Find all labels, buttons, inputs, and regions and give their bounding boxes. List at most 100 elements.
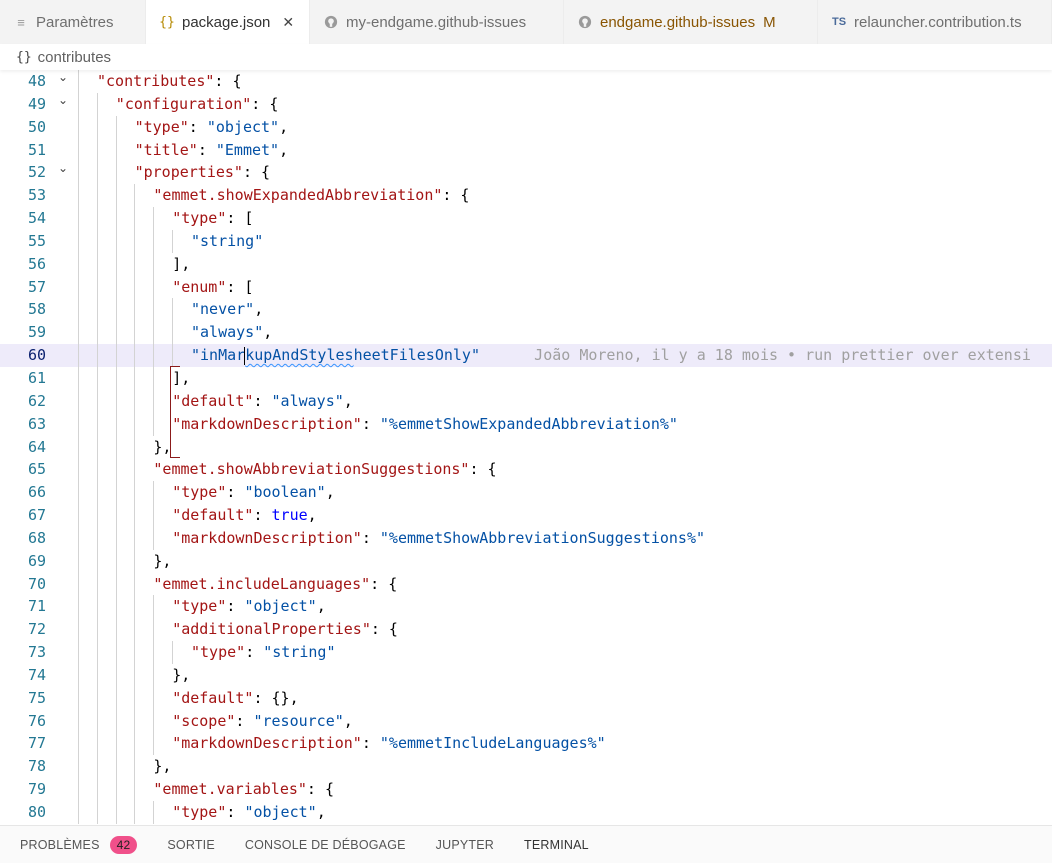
code-line[interactable]: 70 "emmet.includeLanguages": { [0,572,1052,596]
line-number: 59 [27,323,46,342]
code-line[interactable]: 80 "type": "object", [0,801,1052,824]
indent-guide [134,229,136,253]
indent-guide [115,115,117,139]
indent-guide [134,709,136,733]
json-braces-icon: {} [159,14,175,30]
code-line[interactable]: 57 "enum": [ [0,275,1052,299]
close-icon[interactable]: ✕ [282,14,294,31]
code-line[interactable]: 68 "markdownDescription": "%emmetShowAbbr… [0,526,1052,550]
code-line[interactable]: 49 ⌄ "configuration": { [0,92,1052,116]
code-text: }, [153,437,172,456]
indent-guide [153,229,155,253]
tab-label: endgame.github-issues [600,13,756,31]
indent-guide [115,504,117,527]
panel-tab-sortie[interactable]: SORTIE [167,838,215,852]
indent-guide [115,526,117,550]
code-line[interactable]: 50 "type": "object", [0,115,1052,139]
indent-guide [96,366,98,390]
indent-guide [153,504,155,527]
code-line[interactable]: 76 "scope": "resource", [0,709,1052,733]
panel-tab-jupyter[interactable]: JUPYTER [436,838,494,852]
code-line[interactable]: 72 "additionalProperties": { [0,618,1052,642]
code-text: "additionalProperties": { [172,620,398,639]
github-icon [324,15,338,29]
code-line[interactable]: 65 "emmet.showAbbreviationSuggestions": { [0,458,1052,482]
breadcrumb-item-contributes[interactable]: contributes [38,49,111,66]
tab-relauncher-contribution-ts[interactable]: TS relauncher.contribution.ts [818,0,1052,44]
code-line[interactable]: 79 "emmet.variables": { [0,778,1052,801]
breadcrumb[interactable]: {} contributes [0,44,1052,70]
indent-guide [172,229,173,253]
indent-guide [96,618,98,642]
indent-guide [78,572,79,596]
code-line[interactable]: 78}, [0,755,1052,779]
tab-param-tres[interactable]: ≡ Paramètres [0,0,146,44]
indent-guide [115,184,117,208]
code-text: "type": "object", [134,117,289,136]
indent-guide [115,618,117,642]
code-line[interactable]: 74}, [0,663,1052,687]
code-line[interactable]: 75 "default": {}, [0,686,1052,710]
editor-tab-bar: ≡ Paramètres {} package.json ✕ my-endgame.git… [0,0,1052,44]
indent-guide [134,298,136,322]
code-line[interactable]: 56], [0,252,1052,276]
panel-tab-probl-mes[interactable]: PROBLÈMES 42 [20,835,138,854]
tab-my-endgame-github-issues[interactable]: my-endgame.github-issues [310,0,564,44]
indent-guide [78,344,79,367]
indent-guide [78,595,79,619]
indent-guide [96,252,98,276]
line-number: 77 [27,734,46,753]
chevron-down-icon[interactable]: ⌄ [55,70,71,89]
code-line[interactable]: 53 "emmet.showExpandedAbbreviation": { [0,184,1052,208]
indent-guide [78,549,79,573]
indent-guide [115,161,117,185]
line-number: 60 [27,346,46,365]
indent-guide [96,504,98,527]
panel-tab-label: CONSOLE DE DÉBOGAGE [244,837,406,852]
indent-guide [153,481,155,505]
code-line[interactable]: 59 "always", [0,321,1052,345]
code-line[interactable]: 77 "markdownDescription": "%emmetIncludeL… [0,732,1052,756]
code-line[interactable]: 67 "default": true, [0,504,1052,527]
code-text: "emmet.includeLanguages": { [153,574,398,593]
indent-guide [115,298,117,322]
indent-guide [115,275,117,299]
panel-tab-console-de-d-bogage[interactable]: CONSOLE DE DÉBOGAGE [245,838,406,852]
indent-guide [134,572,136,596]
code-line[interactable]: 71 "type": "object", [0,595,1052,619]
indent-guide [96,732,98,756]
code-line[interactable]: 63 "markdownDescription": "%emmetShowExpa… [0,412,1052,436]
code-text: "default": "always", [172,391,353,410]
tab-package-json[interactable]: {} package.json ✕ [146,0,310,44]
line-number: 78 [27,757,46,776]
code-line[interactable]: 66 "type": "boolean", [0,481,1052,505]
panel-tab-terminal[interactable]: TERMINAL [524,838,589,852]
indent-guide [96,389,98,413]
code-editor[interactable]: 48 ⌄ "contributes": {49 ⌄ "configuration": {… [0,70,1052,825]
code-text: "emmet.showAbbreviationSuggestions": { [153,460,497,479]
code-line[interactable]: 51 "title": "Emmet", [0,138,1052,162]
indent-guide [153,344,155,367]
modified-indicator: M [763,13,776,31]
settings-lines-icon: ≡ [17,14,25,30]
code-line[interactable]: 73 "type": "string" [0,641,1052,664]
indent-guide [78,252,79,276]
tab-endgame-github-issues[interactable]: endgame.github-issues M [564,0,818,44]
code-line[interactable]: 69}, [0,549,1052,573]
code-line[interactable]: 64}, [0,435,1052,459]
indent-guide [78,778,79,801]
code-line[interactable]: 54 "type": [ [0,207,1052,230]
code-line[interactable]: 52 ⌄ "properties": { [0,161,1052,185]
code-line[interactable]: 55 "string" [0,229,1052,253]
indent-guide [96,412,98,436]
line-number: 57 [27,277,46,296]
code-line[interactable]: 62 "default": "always", [0,389,1052,413]
code-line[interactable]: 60 "inMarkupAndStylesheetFilesOnly" João … [0,344,1052,367]
code-line[interactable]: 48 ⌄ "contributes": { [0,70,1052,93]
chevron-down-icon[interactable]: ⌄ [55,89,71,112]
code-line[interactable]: 58 "never", [0,298,1052,322]
code-line[interactable]: 61], [0,366,1052,390]
indent-guide [115,366,117,390]
indent-guide [78,92,79,116]
chevron-down-icon[interactable]: ⌄ [55,157,71,180]
